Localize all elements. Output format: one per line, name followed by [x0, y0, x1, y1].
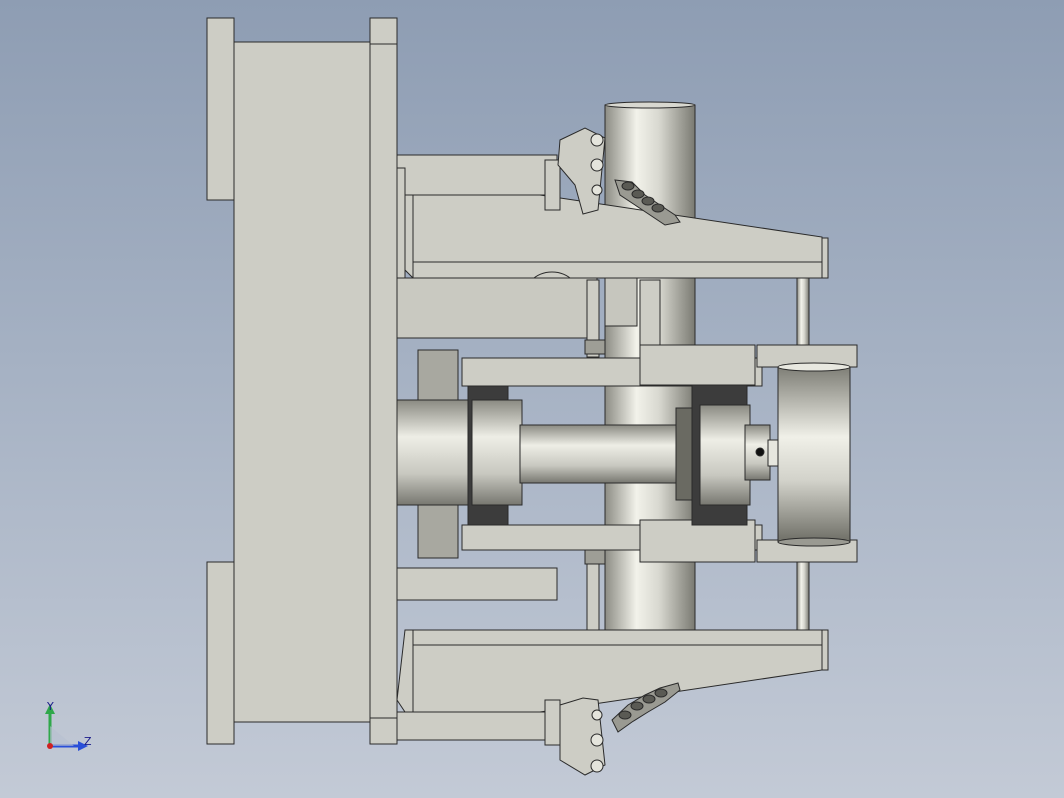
origin-dot	[47, 743, 53, 749]
cad-assembly-model[interactable]	[0, 0, 1064, 798]
coordinate-triad: Y Z	[38, 698, 108, 758]
z-axis-label: Z	[84, 735, 92, 748]
base-plate[interactable]	[206, 17, 398, 745]
y-axis-label: Y	[47, 700, 54, 713]
graphics-viewport[interactable]: Y Z	[0, 0, 1064, 798]
